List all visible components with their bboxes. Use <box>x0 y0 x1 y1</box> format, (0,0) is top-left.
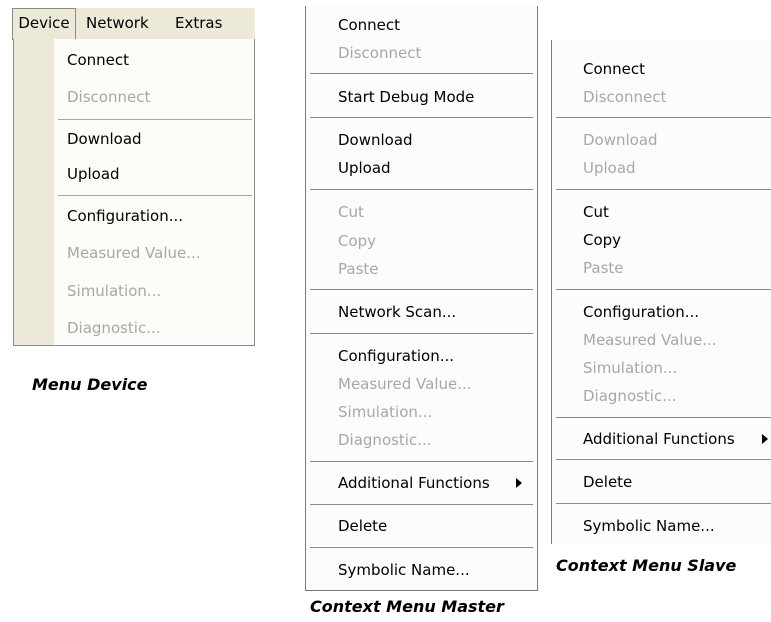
master-measured-value[interactable]: Measured Value... <box>338 373 472 395</box>
menu-separator <box>310 547 533 548</box>
master-simulation[interactable]: Simulation... <box>338 401 432 423</box>
menu-separator <box>310 117 533 118</box>
menu-separator <box>310 289 533 290</box>
caption-menu-device: Menu Device <box>32 375 148 394</box>
menu-bar-network[interactable]: Network <box>86 8 149 39</box>
device-menu-configuration[interactable]: Configuration... <box>67 205 183 227</box>
menu-separator <box>310 333 533 334</box>
device-menu: Connect Disconnect Download Upload Confi… <box>13 39 255 346</box>
menu-separator <box>310 189 533 190</box>
device-menu-measured-value[interactable]: Measured Value... <box>67 242 201 264</box>
master-connect[interactable]: Connect <box>338 14 400 36</box>
caption-context-menu-slave: Context Menu Slave <box>556 556 737 575</box>
submenu-arrow-icon <box>516 478 522 488</box>
slave-download[interactable]: Download <box>583 129 658 151</box>
caption-context-menu-master: Context Menu Master <box>310 597 504 616</box>
menu-bar: Device Network Extras <box>12 8 255 40</box>
slave-measured-value[interactable]: Measured Value... <box>583 329 717 351</box>
master-configuration[interactable]: Configuration... <box>338 345 454 367</box>
device-menu-download[interactable]: Download <box>67 128 142 150</box>
master-paste[interactable]: Paste <box>338 258 379 280</box>
menu-bar-device[interactable]: Device <box>12 8 76 40</box>
master-cut[interactable]: Cut <box>338 201 364 223</box>
menu-separator <box>310 73 533 74</box>
menu-separator <box>556 189 771 190</box>
slave-copy[interactable]: Copy <box>583 229 621 251</box>
slave-upload[interactable]: Upload <box>583 157 636 179</box>
master-download[interactable]: Download <box>338 129 413 151</box>
slave-disconnect[interactable]: Disconnect <box>583 86 666 108</box>
master-symbolic-name[interactable]: Symbolic Name... <box>338 559 470 581</box>
menu-separator <box>58 119 252 120</box>
master-diagnostic[interactable]: Diagnostic... <box>338 429 432 451</box>
context-menu-master: Connect Disconnect Start Debug Mode Down… <box>305 6 538 591</box>
menu-separator <box>556 459 771 460</box>
master-upload[interactable]: Upload <box>338 157 391 179</box>
slave-connect[interactable]: Connect <box>583 58 645 80</box>
menu-separator <box>58 195 252 196</box>
menu-separator <box>310 461 533 462</box>
slave-paste[interactable]: Paste <box>583 257 624 279</box>
master-network-scan[interactable]: Network Scan... <box>338 301 456 323</box>
menu-separator <box>556 417 771 418</box>
device-menu-disconnect[interactable]: Disconnect <box>67 86 150 108</box>
menu-separator <box>556 503 771 504</box>
slave-symbolic-name[interactable]: Symbolic Name... <box>583 515 715 537</box>
device-menu-diagnostic[interactable]: Diagnostic... <box>67 317 161 339</box>
slave-simulation[interactable]: Simulation... <box>583 357 677 379</box>
menu-separator <box>556 289 771 290</box>
menu-bar-extras[interactable]: Extras <box>175 8 222 39</box>
context-menu-slave: Connect Disconnect Download Upload Cut C… <box>551 40 771 544</box>
menu-separator <box>310 504 533 505</box>
slave-delete[interactable]: Delete <box>583 471 632 493</box>
master-disconnect[interactable]: Disconnect <box>338 42 421 64</box>
master-delete[interactable]: Delete <box>338 515 387 537</box>
device-menu-connect[interactable]: Connect <box>67 49 129 71</box>
device-menu-upload[interactable]: Upload <box>67 163 120 185</box>
slave-configuration[interactable]: Configuration... <box>583 301 699 323</box>
master-start-debug-mode[interactable]: Start Debug Mode <box>338 86 474 108</box>
slave-additional-functions[interactable]: Additional Functions <box>583 428 735 450</box>
slave-diagnostic[interactable]: Diagnostic... <box>583 385 677 407</box>
master-additional-functions[interactable]: Additional Functions <box>338 472 490 494</box>
device-menu-simulation[interactable]: Simulation... <box>67 280 161 302</box>
submenu-arrow-icon <box>762 434 768 444</box>
menu-separator <box>556 117 771 118</box>
master-copy[interactable]: Copy <box>338 230 376 252</box>
slave-cut[interactable]: Cut <box>583 201 609 223</box>
menu-icon-gutter <box>14 39 54 345</box>
